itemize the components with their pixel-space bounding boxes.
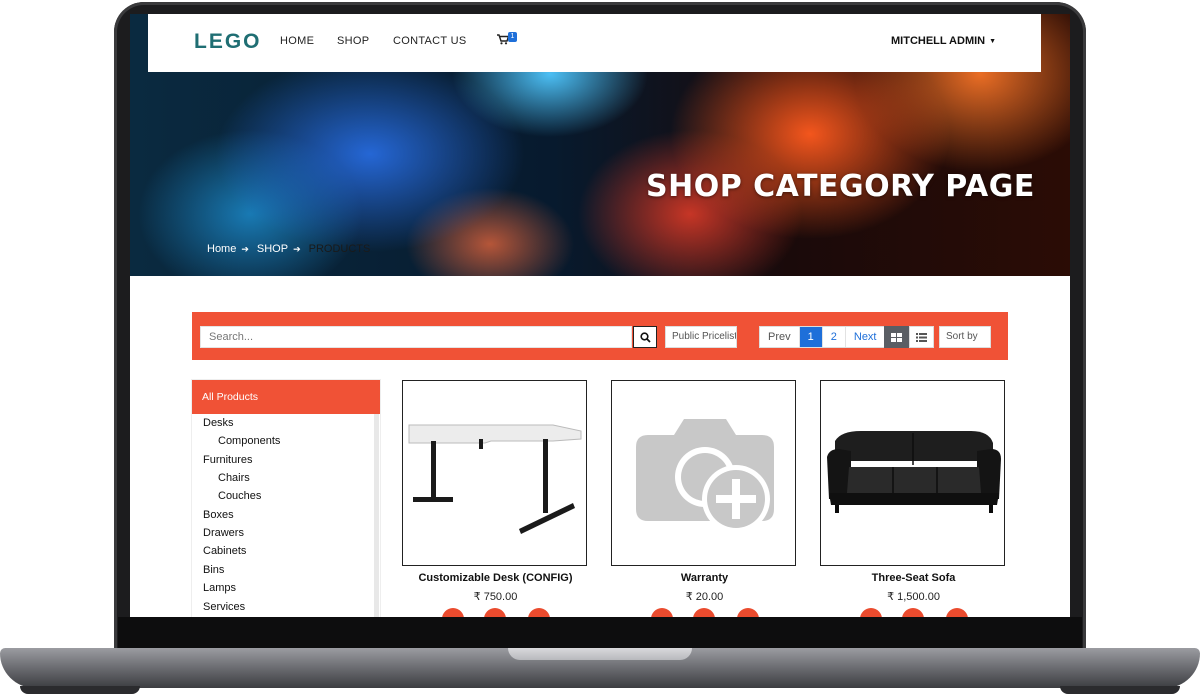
product-card[interactable]: Three-Seat Sofa ₹ 1,500.00 [820,380,1007,617]
wishlist-button[interactable] [442,608,464,617]
logo[interactable]: LEGO [194,30,262,54]
cart-count-badge: 1 [508,32,517,42]
sidebar-item-couches[interactable]: Couches [218,490,261,502]
product-price: ₹ 750.00 [473,591,518,603]
list-view-button[interactable] [909,326,934,348]
nav-contact-us[interactable]: CONTACT US [393,35,467,47]
search-button[interactable] [633,326,657,348]
sidebar-item-furnitures[interactable]: Furnitures [203,454,253,466]
add-to-cart-button[interactable] [902,608,924,617]
search-icon [639,331,651,343]
pagination-page-2[interactable]: 2 [823,327,846,347]
products-toolbar: Public Pricelist Prev 1 2 Next Sort by [192,312,1008,360]
pricelist-dropdown[interactable]: Public Pricelist [665,326,737,348]
sidebar-item-boxes[interactable]: Boxes [203,509,234,521]
list-icon [916,332,927,342]
breadcrumb-shop[interactable]: SHOP [257,243,288,255]
breadcrumb-home[interactable]: Home [207,243,236,255]
category-sidebar: All Products Desks Components Furnitures… [192,380,380,617]
grid-icon [891,332,902,342]
sidebar-item-chairs[interactable]: Chairs [218,472,250,484]
product-price: ₹ 20.00 [685,591,724,603]
sidebar-item-lamps[interactable]: Lamps [203,582,236,594]
sidebar-item-desks[interactable]: Desks [203,417,234,429]
search-input[interactable] [200,326,632,348]
camera-plus-placeholder-icon [636,419,774,533]
product-name[interactable]: Customizable Desk (CONFIG) [402,572,589,584]
sofa-image [827,431,1001,513]
product-name[interactable]: Three-Seat Sofa [820,572,1007,584]
add-to-cart-button[interactable] [484,608,506,617]
product-image[interactable] [611,380,796,566]
compare-button[interactable] [737,608,759,617]
sidebar-scrollbar[interactable] [374,414,379,617]
navbar: LEGO HOME SHOP CONTACT US 1 MITCHELL ADM… [148,14,1041,72]
product-name[interactable]: Warranty [611,572,798,584]
breadcrumb-current: PRODUCTS [308,243,371,255]
sidebar-item-drawers[interactable]: Drawers [203,527,244,539]
sidebar-item-components[interactable]: Components [218,435,280,447]
product-image[interactable] [402,380,587,566]
laptop-notch [508,648,692,660]
sidebar-item-services[interactable]: Services [203,601,245,613]
pagination-prev[interactable]: Prev [760,327,800,347]
product-card[interactable]: Customizable Desk (CONFIG) ₹ 750.00 [402,380,589,617]
page-title: SHOP CATEGORY PAGE [646,169,1035,204]
product-card[interactable]: Warranty ₹ 20.00 [611,380,798,617]
laptop-foot-left [20,686,140,694]
sidebar-item-bins[interactable]: Bins [203,564,224,576]
chevron-right-icon: ➔ [241,243,249,254]
add-to-cart-button[interactable] [693,608,715,617]
wishlist-button[interactable] [651,608,673,617]
laptop-screen: SHOP CATEGORY PAGE Home ➔ SHOP ➔ PRODUCT… [130,14,1070,617]
sidebar-item-all-products[interactable]: All Products [192,380,380,414]
compare-button[interactable] [946,608,968,617]
pagination-next[interactable]: Next [846,327,885,347]
laptop-foot-right [1060,686,1180,694]
sidebar-item-cabinets[interactable]: Cabinets [203,545,246,557]
wishlist-button[interactable] [860,608,882,617]
compare-button[interactable] [528,608,550,617]
caret-down-icon: ▼ [989,37,997,45]
pagination: Prev 1 2 Next [759,326,886,348]
product-price: ₹ 1,500.00 [887,591,940,603]
product-image[interactable] [820,380,1005,566]
nav-shop[interactable]: SHOP [337,35,369,47]
breadcrumb: Home ➔ SHOP ➔ PRODUCTS [207,243,370,255]
desk-image [408,424,582,534]
nav-home[interactable]: HOME [280,35,314,47]
grid-view-button[interactable] [884,326,909,348]
laptop-bezel [118,617,1082,649]
user-menu[interactable]: MITCHELL ADMIN ▼ [891,35,996,47]
sort-dropdown[interactable]: Sort by [939,326,991,348]
user-name: MITCHELL ADMIN [891,35,986,47]
pagination-page-1[interactable]: 1 [799,327,823,347]
chevron-right-icon: ➔ [293,243,301,254]
